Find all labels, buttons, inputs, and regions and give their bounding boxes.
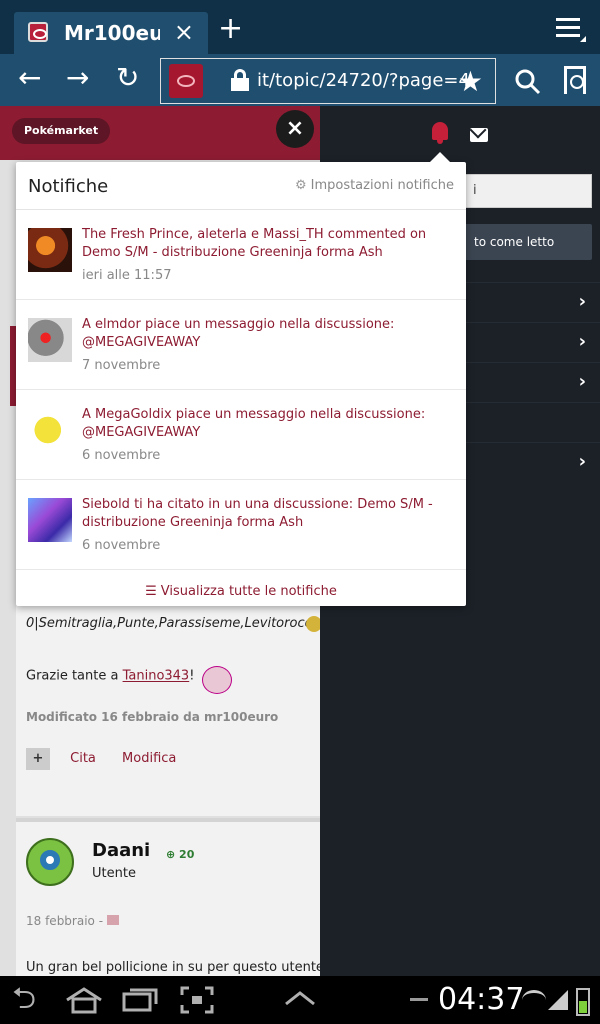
notifications-title: Notifiche (28, 176, 109, 197)
bookmark-star-icon[interactable]: ★ (458, 65, 483, 98)
post: 0|Semitraglia,Punte,Parassiseme,Levitoro… (16, 606, 320, 816)
notification-avatar (28, 408, 72, 452)
signal-icon (548, 990, 568, 1010)
thanks-suffix: ! (189, 668, 195, 684)
notification-settings-link[interactable]: ⚙ Impostazioni notifiche (295, 178, 454, 193)
view-all-notifications-link[interactable]: ☰ Visualizza tutte le notifiche (16, 570, 466, 614)
reload-icon[interactable]: ↻ (116, 64, 139, 92)
page-header: Pokémarket (0, 106, 320, 160)
post: Daani ⊕ 20 Utente 18 febbraio - Un gran … (16, 818, 320, 976)
upvote-button[interactable]: + (26, 748, 50, 770)
author-role: Utente (92, 866, 136, 881)
close-tab-button[interactable]: × (174, 18, 194, 46)
notification-message: A elmdor piace un messaggio nella discus… (82, 317, 395, 350)
site-favicon-icon (28, 22, 48, 42)
chevron-right-icon: › (578, 451, 586, 472)
chevron-up-icon[interactable] (284, 990, 316, 1006)
screenshot-icon[interactable] (180, 986, 214, 1014)
url-text[interactable]: it/topic/24720/?page=4 (257, 70, 470, 91)
notification-dash-icon (410, 998, 428, 1001)
notification-item[interactable]: A MegaGoldix piace un messaggio nella di… (16, 390, 466, 480)
flag-icon[interactable] (107, 915, 120, 925)
home-icon[interactable] (64, 986, 104, 1014)
battery-icon (576, 988, 590, 1016)
avatar[interactable] (26, 838, 74, 886)
notification-time: ieri alle 11:57 (82, 268, 172, 283)
notification-message: A MegaGoldix piace un messaggio nella di… (82, 407, 426, 440)
notification-time: 7 novembre (82, 358, 161, 373)
chevron-right-icon: › (578, 331, 586, 352)
emoticon-icon (202, 666, 233, 694)
post-actions: + Cita Modifica (26, 748, 198, 770)
notification-item[interactable]: A elmdor piace un messaggio nella discus… (16, 300, 466, 390)
browser-toolbar: ← → ↻ it/topic/24720/?page=4 ★ (0, 54, 600, 106)
thanks-prefix: Grazie tante a (26, 668, 123, 684)
site-favicon-icon (169, 64, 203, 98)
close-panel-button[interactable]: × (276, 110, 314, 148)
post-author[interactable]: Daani (92, 840, 150, 861)
bookmarks-history-icon[interactable] (564, 66, 586, 94)
notification-avatar (28, 498, 72, 542)
lock-icon (231, 69, 249, 91)
clock: 04:37 (438, 982, 525, 1017)
notification-message: The Fresh Prince, aleterla e Massi_TH co… (82, 227, 427, 260)
post-text: Un gran bel pollicione in su per questo … (26, 960, 320, 975)
mark-all-read-button[interactable]: to come letto (464, 224, 592, 260)
new-tab-button[interactable]: + (218, 14, 243, 44)
notification-avatar (28, 228, 72, 272)
notifications-popup: Notifiche ⚙ Impostazioni notifiche The Fr… (16, 152, 466, 606)
notification-item[interactable]: The Fresh Prince, aleterla e Massi_TH co… (16, 210, 466, 300)
bell-icon[interactable] (432, 122, 448, 144)
notification-item[interactable]: Siebold ti ha citato in un una discussio… (16, 480, 466, 570)
notification-time: 6 novembre (82, 448, 161, 463)
chevron-right-icon: › (578, 291, 586, 312)
notification-message: Siebold ti ha citato in un una discussio… (82, 497, 433, 530)
browser-tab[interactable]: Mr100eu… × (14, 12, 208, 54)
post-date-text: 18 febbraio - (26, 914, 104, 928)
reputation-count: 20 (179, 848, 195, 861)
view-all-label: Visualizza tutte le notifiche (160, 584, 337, 599)
list-icon: ☰ (145, 584, 157, 599)
mail-icon[interactable] (470, 128, 488, 142)
post-date: 18 febbraio - (26, 914, 120, 928)
recent-apps-icon[interactable] (122, 988, 158, 1012)
user-link[interactable]: Tanino343 (123, 669, 190, 684)
post-thanks: Grazie tante a Tanino343! (26, 662, 233, 694)
notification-settings-label: Impostazioni notifiche (310, 178, 454, 193)
browser-menu-icon[interactable] (556, 18, 580, 38)
browser-tab-bar: Mr100eu… × + (0, 0, 600, 54)
address-bar[interactable]: it/topic/24720/?page=4 ★ (160, 58, 496, 104)
wifi-icon (522, 990, 546, 1010)
system-navigation-bar: ⮌ 04:37 (0, 976, 600, 1024)
tab-title: Mr100eu… (64, 21, 160, 45)
quote-button[interactable]: Cita (70, 751, 96, 766)
category-chip[interactable]: Pokémarket (12, 118, 111, 144)
back-icon[interactable]: ← (18, 64, 41, 92)
back-nav-icon[interactable]: ⮌ (12, 984, 36, 1014)
edited-note: Modificato 16 febbraio da mr100euro (26, 710, 279, 724)
gear-icon: ⚙ (294, 178, 307, 193)
forward-icon[interactable]: → (66, 64, 89, 92)
panel-search-input[interactable]: i (464, 174, 592, 208)
notification-avatar (28, 318, 72, 362)
post-text: 0|Semitraglia,Punte,Parassiseme,Levitoro… (26, 616, 320, 631)
reputation-badge: ⊕ 20 (166, 848, 195, 861)
search-icon[interactable] (514, 68, 542, 96)
notifications-header: Notifiche ⚙ Impostazioni notifiche (16, 162, 466, 210)
edit-button[interactable]: Modifica (122, 751, 176, 766)
chevron-right-icon: › (578, 371, 586, 392)
smiley-icon (306, 616, 320, 632)
notification-time: 6 novembre (82, 538, 161, 553)
